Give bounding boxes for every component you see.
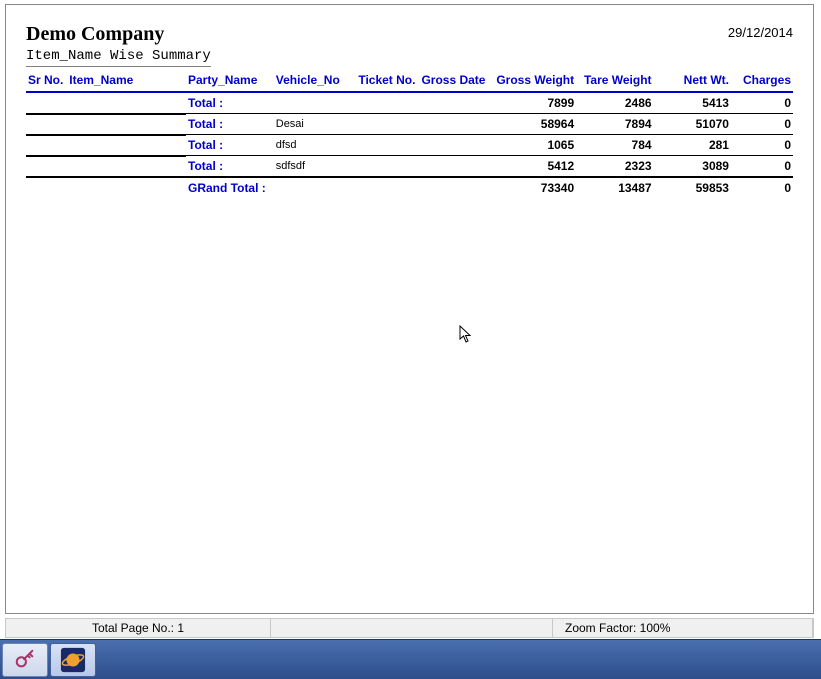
taskbar — [0, 639, 821, 679]
col-gross-weight: Gross Weight — [492, 69, 576, 91]
table-header-row: Sr No. Item_Name Party_Name Vehicle_No T… — [26, 69, 793, 91]
company-name: Demo Company — [26, 23, 211, 46]
nett-cell: 281 — [654, 135, 731, 156]
col-gross-date: Gross Date — [419, 69, 491, 91]
status-page: Total Page No.: 1 — [6, 619, 271, 637]
table-row: Total : dfsd 1065 784 281 0 — [26, 135, 793, 156]
report-page: Demo Company Item_Name Wise Summary 29/1… — [5, 4, 814, 614]
report-header: Demo Company Item_Name Wise Summary 29/1… — [26, 23, 793, 67]
vehicle-cell: sdfsdf — [274, 156, 357, 178]
grand-nett: 59853 — [654, 177, 731, 198]
grand-gross: 73340 — [492, 177, 576, 198]
vehicle-cell: Desai — [274, 114, 357, 135]
total-label: Total : — [186, 92, 274, 114]
gross-cell: 7899 — [492, 92, 576, 114]
table-row: Total : 7899 2486 5413 0 — [26, 92, 793, 114]
tare-cell: 7894 — [576, 114, 653, 135]
table-row: Total : sdfsdf 5412 2323 3089 0 — [26, 156, 793, 178]
taskbar-app-button[interactable] — [2, 643, 48, 677]
charges-cell: 0 — [731, 156, 793, 178]
nett-cell: 51070 — [654, 114, 731, 135]
nett-cell: 5413 — [654, 92, 731, 114]
col-charges: Charges — [731, 69, 793, 91]
report-subtitle: Item_Name Wise Summary — [26, 48, 211, 67]
charges-cell: 0 — [731, 92, 793, 114]
vehicle-cell: dfsd — [274, 135, 357, 156]
report-date: 29/12/2014 — [728, 23, 793, 40]
tare-cell: 2486 — [576, 92, 653, 114]
status-zoom: Zoom Factor: 100% — [553, 619, 813, 637]
planet-icon — [60, 647, 86, 673]
grand-total-label: GRand Total : — [186, 177, 274, 198]
col-nett-wt: Nett Wt. — [654, 69, 731, 91]
tare-cell: 784 — [576, 135, 653, 156]
total-label: Total : — [186, 156, 274, 178]
grand-charges: 0 — [731, 177, 793, 198]
tare-cell: 2323 — [576, 156, 653, 178]
gross-cell: 1065 — [492, 135, 576, 156]
charges-cell: 0 — [731, 114, 793, 135]
table-row: Total : Desai 58964 7894 51070 0 — [26, 114, 793, 135]
report-table: Sr No. Item_Name Party_Name Vehicle_No T… — [26, 69, 793, 198]
col-tare-weight: Tare Weight — [576, 69, 653, 91]
col-vehicle-no: Vehicle_No — [274, 69, 357, 91]
grand-tare: 13487 — [576, 177, 653, 198]
col-sr-no: Sr No. — [26, 69, 67, 91]
key-icon — [14, 649, 36, 671]
taskbar-browser-button[interactable] — [50, 643, 96, 677]
status-spacer — [271, 619, 553, 637]
col-item-name: Item_Name — [67, 69, 186, 91]
vehicle-cell — [274, 92, 357, 114]
gross-cell: 58964 — [492, 114, 576, 135]
gross-cell: 5412 — [492, 156, 576, 178]
charges-cell: 0 — [731, 135, 793, 156]
col-ticket-no: Ticket No. — [356, 69, 419, 91]
nett-cell: 3089 — [654, 156, 731, 178]
status-bar: Total Page No.: 1 Zoom Factor: 100% — [5, 618, 814, 638]
col-party-name: Party_Name — [186, 69, 274, 91]
total-label: Total : — [186, 114, 274, 135]
total-label: Total : — [186, 135, 274, 156]
grand-total-row: GRand Total : 73340 13487 59853 0 — [26, 177, 793, 198]
